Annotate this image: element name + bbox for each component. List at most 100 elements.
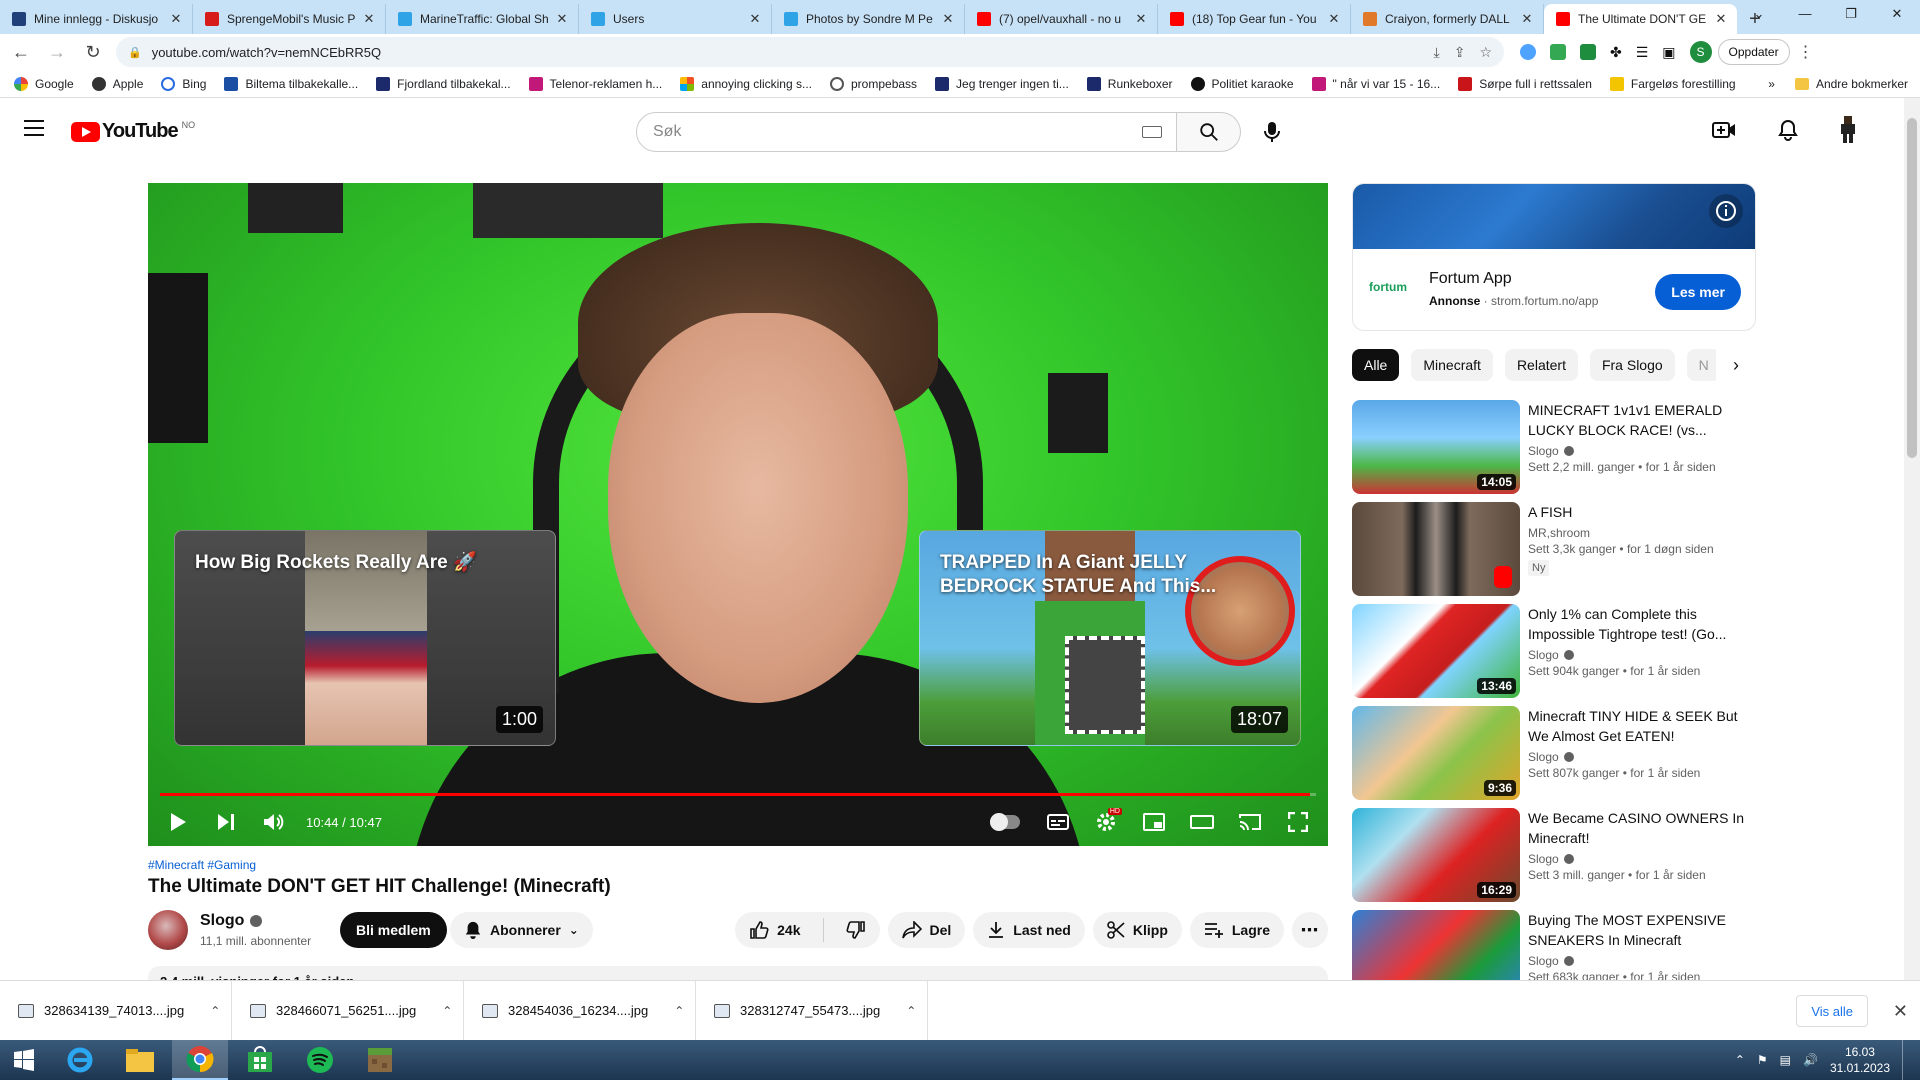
microphone-button[interactable]	[1252, 112, 1292, 152]
save-button[interactable]: Lagre	[1189, 912, 1284, 948]
subscribed-button[interactable]: Abonnerer ⌄	[450, 912, 593, 948]
close-tab-icon[interactable]: ✕	[554, 11, 570, 27]
video-channel[interactable]: MR,shroom	[1528, 526, 1748, 540]
browser-tab[interactable]: Craiyon, formerly DALL ✕	[1351, 4, 1544, 34]
autoplay-toggle[interactable]	[990, 813, 1020, 831]
bookmark-item[interactable]: Apple	[91, 76, 143, 91]
windows-start-button[interactable]	[0, 1040, 48, 1080]
browser-tab[interactable]: MarineTraffic: Global Sh ✕	[386, 4, 579, 34]
play-button[interactable]	[154, 798, 202, 846]
search-input[interactable]: Søk	[636, 112, 1177, 152]
video-title[interactable]: Buying The MOST EXPENSIVE SNEAKERS In Mi…	[1528, 910, 1748, 950]
video-thumbnail[interactable]	[1352, 910, 1520, 980]
browser-tab[interactable]: Photos by Sondre M Pe ✕	[772, 4, 965, 34]
show-desktop-button[interactable]	[1902, 1040, 1908, 1080]
share-icon[interactable]: ⇪	[1454, 44, 1466, 61]
recommended-video[interactable]: 14:05 MINECRAFT 1v1v1 EMERALD LUCKY BLOC…	[1352, 400, 1756, 494]
forward-arrow-icon[interactable]: →	[42, 37, 72, 67]
video-thumbnail[interactable]: 13:46	[1352, 604, 1520, 698]
bookmark-item[interactable]: Runkeboxer	[1086, 76, 1173, 91]
search-button[interactable]	[1177, 112, 1241, 152]
close-tab-icon[interactable]: ✕	[747, 11, 763, 27]
kebab-menu-icon[interactable]: ⋮	[1798, 42, 1814, 62]
video-channel[interactable]: Slogo	[1528, 648, 1748, 662]
taskbar-internet-explorer[interactable]	[52, 1040, 108, 1080]
subtitles-button[interactable]	[1034, 798, 1082, 846]
notifications-button[interactable]	[1768, 110, 1808, 150]
video-thumbnail[interactable]: 14:05	[1352, 400, 1520, 494]
more-actions-button[interactable]: ⋯	[1292, 912, 1328, 948]
bookmark-item[interactable]: Telenor-reklamen h...	[528, 76, 662, 91]
taskbar-spotify[interactable]	[292, 1040, 348, 1080]
browser-tab[interactable]: SprengeMobil's Music P ✕	[193, 4, 386, 34]
join-button[interactable]: Bli medlem	[340, 912, 447, 948]
address-bar[interactable]: 🔒 youtube.com/watch?v=nemNCEbRR5Q ⤓ ⇪ ☆	[116, 37, 1504, 67]
channel-avatar[interactable]	[148, 910, 188, 950]
more-bookmarks-chevron[interactable]: »	[1768, 77, 1775, 91]
like-button[interactable]: 24k	[735, 912, 814, 948]
bookmark-item[interactable]: Sørpe full i rettssalen	[1458, 76, 1592, 91]
bookmark-item[interactable]: Bing	[161, 76, 206, 91]
close-icon[interactable]: ✕	[1893, 1001, 1908, 1022]
video-channel[interactable]: Slogo	[1528, 954, 1748, 968]
video-channel[interactable]: Slogo	[1528, 750, 1748, 764]
video-channel[interactable]: Slogo	[1528, 444, 1748, 458]
next-video-button[interactable]	[202, 798, 250, 846]
chip-all[interactable]: Alle	[1352, 349, 1400, 381]
video-title[interactable]: MINECRAFT 1v1v1 EMERALD LUCKY BLOCK RACE…	[1528, 400, 1748, 440]
side-panel-icon[interactable]: ▣	[1662, 44, 1675, 61]
video-title[interactable]: A FISH	[1528, 502, 1748, 522]
video-channel[interactable]: Slogo	[1528, 852, 1748, 866]
close-tab-icon[interactable]: ✕	[940, 11, 956, 27]
taskbar-file-explorer[interactable]	[112, 1040, 168, 1080]
download-item[interactable]: 328634139_74013....jpg ⌃	[0, 980, 232, 1041]
sponsored-ad-card[interactable]: fortum Fortum App Annonse · strom.fortum…	[1352, 183, 1756, 331]
ad-cta-button[interactable]: Les mer	[1655, 274, 1741, 310]
page-scrollbar[interactable]	[1904, 98, 1920, 980]
browser-tab[interactable]: Mine innlegg - Diskusjo ✕	[0, 4, 193, 34]
close-tab-icon[interactable]: ✕	[1326, 11, 1342, 27]
show-all-downloads-button[interactable]: Vis alle	[1796, 995, 1868, 1027]
bookmark-item[interactable]: prompebass	[830, 76, 917, 91]
video-thumbnail[interactable]	[1352, 502, 1520, 596]
taskbar-chrome[interactable]	[172, 1040, 228, 1080]
browser-tab[interactable]: (7) opel/vauxhall - no u ✕	[965, 4, 1158, 34]
chevron-up-icon[interactable]: ⌃	[906, 1004, 916, 1018]
scrollbar-thumb[interactable]	[1907, 118, 1917, 458]
chip-from-channel[interactable]: Fra Slogo	[1589, 349, 1675, 381]
taskbar-minecraft[interactable]	[352, 1040, 408, 1080]
download-item[interactable]: 328312747_55473....jpg ⌃	[696, 980, 928, 1041]
bookmark-item[interactable]: " når vi var 15 - 16...	[1311, 76, 1440, 91]
lock-icon[interactable]: 🔒	[128, 46, 142, 59]
close-tab-icon[interactable]: ✕	[168, 11, 184, 27]
progress-bar[interactable]	[160, 793, 1316, 796]
taskbar-store[interactable]	[232, 1040, 288, 1080]
video-player[interactable]: How Big Rockets Really Are 🚀 1:00 TRAPPE…	[148, 183, 1328, 846]
theater-mode-button[interactable]	[1178, 798, 1226, 846]
settings-button[interactable]: HD	[1082, 798, 1130, 846]
volume-icon[interactable]: 🔊	[1803, 1053, 1818, 1067]
bookmark-item[interactable]: Google	[14, 76, 74, 91]
create-video-button[interactable]	[1704, 110, 1744, 150]
chevron-right-icon[interactable]: ›	[1716, 349, 1756, 381]
extension-icon[interactable]	[1520, 44, 1536, 60]
bookmark-item[interactable]: Jeg trenger ingen ti...	[935, 76, 1069, 91]
download-button[interactable]: Last ned	[973, 912, 1085, 948]
restore-icon[interactable]: ❐	[1828, 0, 1874, 28]
endscreen-video-card[interactable]: TRAPPED In A Giant JELLY BEDROCK STATUE …	[919, 530, 1301, 746]
puzzle-icon[interactable]: ✤	[1610, 44, 1622, 61]
url-text[interactable]: youtube.com/watch?v=nemNCEbRR5Q	[152, 45, 1434, 60]
endscreen-video-card[interactable]: How Big Rockets Really Are 🚀 1:00	[174, 530, 556, 746]
action-center-icon[interactable]: ▤	[1780, 1053, 1791, 1067]
miniplayer-button[interactable]	[1130, 798, 1178, 846]
hamburger-menu-icon[interactable]	[24, 120, 44, 141]
taskbar-clock[interactable]: 16.03 31.01.2023	[1830, 1044, 1890, 1076]
bookmark-item[interactable]: Fargeløs forestilling	[1609, 76, 1736, 91]
bookmark-star-icon[interactable]: ☆	[1479, 44, 1492, 61]
bookmark-item[interactable]: Politiet karaoke	[1190, 76, 1294, 91]
reload-icon[interactable]: ↻	[78, 37, 108, 67]
chevron-up-icon[interactable]: ⌃	[674, 1004, 684, 1018]
bookmark-item[interactable]: Biltema tilbakekalle...	[224, 76, 358, 91]
cast-button[interactable]	[1226, 798, 1274, 846]
close-tab-icon[interactable]: ✕	[1519, 11, 1535, 27]
